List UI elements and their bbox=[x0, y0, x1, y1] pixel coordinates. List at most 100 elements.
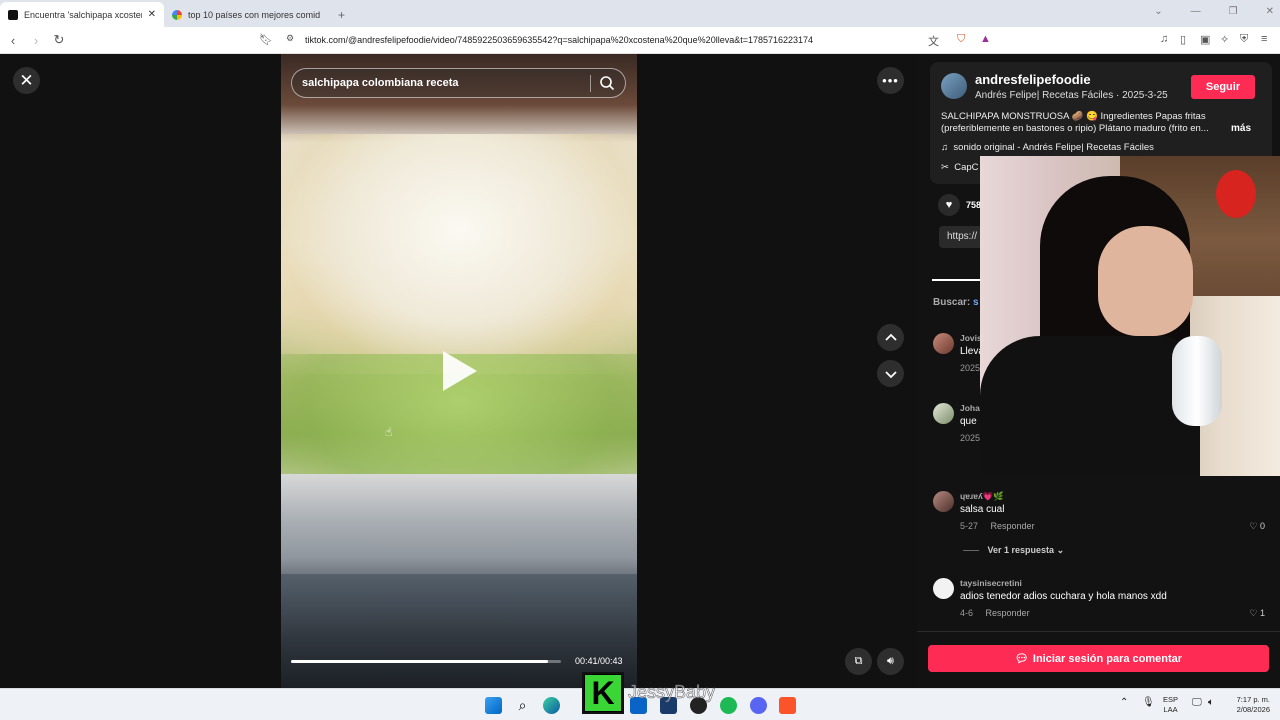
bookmark-icon[interactable]: 🔖︎ bbox=[259, 33, 273, 46]
volume-icon: 🔊︎ bbox=[887, 655, 894, 667]
wallet-icon[interactable]: ▣ bbox=[1200, 33, 1210, 46]
comment-like[interactable]: ♡ 1 bbox=[1249, 608, 1265, 619]
view-replies-label: Ver 1 respuesta bbox=[987, 545, 1055, 555]
tab-google[interactable]: top 10 países con mejores comidas ... bbox=[164, 2, 328, 27]
minimize-icon[interactable]: — bbox=[1191, 6, 1201, 17]
kick-logo-letter: K bbox=[585, 675, 621, 711]
avatar[interactable] bbox=[933, 403, 954, 424]
comment-bubble-icon: 💬︎ bbox=[1014, 653, 1029, 665]
webcam-overlay bbox=[980, 156, 1280, 476]
site-info-icon[interactable]: ⚙︎ bbox=[286, 33, 294, 44]
comment-username[interactable]: ɥɐɹɐʎ💗🌿 bbox=[960, 491, 1004, 502]
play-icon[interactable] bbox=[443, 351, 477, 391]
volume-icon[interactable]: 🔈︎ bbox=[1208, 698, 1214, 708]
like-count: 758 bbox=[966, 200, 982, 210]
comment-username[interactable]: Jovis bbox=[960, 333, 982, 343]
volume-button[interactable]: 🔊︎ bbox=[877, 648, 904, 675]
pip-icon: ⧉ bbox=[854, 655, 863, 667]
capcut-link[interactable]: ✂︎ CapC bbox=[941, 162, 979, 173]
comment-username[interactable]: taysinisecretini bbox=[960, 578, 1022, 588]
author-username[interactable]: andresfelipefoodie bbox=[975, 72, 1091, 87]
clock-date: 2/08/2026 bbox=[1236, 705, 1270, 714]
comment-like[interactable]: ♡ 0 bbox=[1249, 521, 1265, 532]
login-to-comment-button[interactable]: 💬︎ Iniciar sesión para comentar bbox=[928, 645, 1269, 672]
video-progress-bar[interactable] bbox=[291, 660, 561, 663]
vpn-icon[interactable]: ⛨ bbox=[1240, 33, 1248, 46]
more-options-button[interactable]: ••• bbox=[877, 67, 904, 94]
login-to-comment-label: Iniciar sesión para comentar bbox=[1032, 652, 1183, 665]
menu-icon[interactable]: ≡ bbox=[1261, 33, 1267, 45]
search-divider bbox=[590, 75, 591, 92]
spotify-icon[interactable] bbox=[720, 697, 737, 714]
plush-toy bbox=[1216, 170, 1256, 218]
tray-chevron-up-icon[interactable]: ⌃ bbox=[1120, 698, 1128, 708]
chevron-down-icon: ⌄ bbox=[1056, 545, 1065, 555]
tab-search-icon[interactable]: ⌄ bbox=[1154, 6, 1162, 17]
video-area: salchipapa colombiana receta ✕ ••• ⧉ 🔊︎ … bbox=[0, 54, 917, 688]
windows-start-icon[interactable] bbox=[485, 697, 502, 714]
reload-icon[interactable]: ↻ bbox=[49, 32, 69, 48]
sound-link[interactable]: ♫ sonido original - Andrés Felipe| Recet… bbox=[941, 142, 1154, 153]
comment-date: 2025 bbox=[960, 363, 981, 373]
heart-icon: ♥ bbox=[938, 194, 960, 216]
microphone bbox=[1172, 336, 1222, 426]
reply-button[interactable]: Responder bbox=[991, 521, 1035, 531]
search-icon[interactable]: ⌕ bbox=[514, 697, 531, 714]
search-suggestion-term: s bbox=[973, 297, 979, 308]
brave-icon[interactable] bbox=[779, 697, 796, 714]
tab-title: top 10 países con mejores comidas ... bbox=[188, 9, 320, 20]
comment-like-count: 0 bbox=[1259, 521, 1265, 531]
network-icon[interactable]: 🖵︎ bbox=[1192, 698, 1202, 708]
chevron-down-icon bbox=[884, 370, 897, 378]
back-icon[interactable]: ‹ bbox=[3, 33, 23, 48]
search-input[interactable]: salchipapa colombiana receta bbox=[302, 77, 459, 89]
language-indicator[interactable]: ESP LAA bbox=[1163, 695, 1178, 715]
close-video-button[interactable]: ✕ bbox=[13, 67, 40, 94]
show-more-link[interactable]: más bbox=[1231, 123, 1251, 134]
active-tab-indicator bbox=[932, 279, 984, 281]
previous-video-button[interactable] bbox=[877, 324, 904, 351]
mic-icon[interactable]: 🎙︎ bbox=[1142, 698, 1155, 708]
brave-rewards-icon[interactable]: ▲ bbox=[980, 33, 991, 45]
view-replies-button[interactable]: Ver 1 respuesta ⌄ bbox=[963, 545, 1065, 556]
panel-divider bbox=[917, 631, 1280, 632]
search-bar[interactable]: salchipapa colombiana receta bbox=[291, 68, 626, 98]
avatar[interactable] bbox=[933, 578, 954, 599]
discord-icon[interactable] bbox=[750, 697, 767, 714]
avatar[interactable] bbox=[941, 73, 967, 99]
new-tab-button[interactable]: + bbox=[328, 2, 355, 27]
comment-meta: 4-6 Responder bbox=[960, 608, 1030, 618]
avatar[interactable] bbox=[933, 491, 954, 512]
music-note-icon: ♫ bbox=[941, 142, 949, 153]
maximize-icon[interactable]: ❐ bbox=[1229, 6, 1238, 17]
sound-name: sonido original - Andrés Felipe| Recetas… bbox=[953, 142, 1154, 153]
streamer-name: JessyBaby bbox=[628, 682, 716, 703]
translate-icon[interactable]: 文 bbox=[928, 33, 939, 49]
window-controls: ⌄ — ❐ ✕ bbox=[1154, 6, 1274, 17]
sidebar-icon[interactable]: ▯ bbox=[1180, 33, 1186, 46]
forward-icon[interactable]: › bbox=[26, 33, 46, 48]
follow-button[interactable]: Seguir bbox=[1191, 75, 1255, 99]
clock[interactable]: 7:17 p. m. 2/08/2026 bbox=[1228, 695, 1270, 715]
like-button[interactable]: ♥ 758 bbox=[938, 194, 981, 216]
brave-shield-icon[interactable]: ⛉ bbox=[957, 33, 965, 46]
leo-icon[interactable]: ✧ bbox=[1220, 33, 1229, 46]
tab-tiktok[interactable]: Encuentra 'salchipapa xcostena ... ✕ bbox=[0, 2, 164, 27]
media-icon[interactable]: ♫ bbox=[1160, 33, 1168, 45]
next-video-button[interactable] bbox=[877, 360, 904, 387]
close-window-icon[interactable]: ✕ bbox=[1266, 6, 1274, 17]
search-suggestion[interactable]: Buscar: s bbox=[933, 297, 979, 308]
clock-time: 7:17 p. m. bbox=[1236, 695, 1270, 704]
reply-button[interactable]: Responder bbox=[986, 608, 1030, 618]
streamer-shirt bbox=[980, 336, 1200, 476]
video-frame-tray-bottom bbox=[281, 574, 637, 688]
comment-username[interactable]: Joha bbox=[960, 403, 980, 413]
tab-title: Encuentra 'salchipapa xcostena ... bbox=[24, 9, 142, 20]
picture-in-picture-button[interactable]: ⧉ bbox=[845, 648, 872, 675]
edge-icon[interactable] bbox=[543, 697, 560, 714]
close-tab-icon[interactable]: ✕ bbox=[148, 9, 156, 20]
comment-text: salsa cual bbox=[960, 504, 1005, 515]
avatar[interactable] bbox=[933, 333, 954, 354]
search-icon[interactable] bbox=[599, 75, 615, 91]
url-field[interactable]: tiktok.com/@andresfelipefoodie/video/748… bbox=[305, 35, 813, 45]
